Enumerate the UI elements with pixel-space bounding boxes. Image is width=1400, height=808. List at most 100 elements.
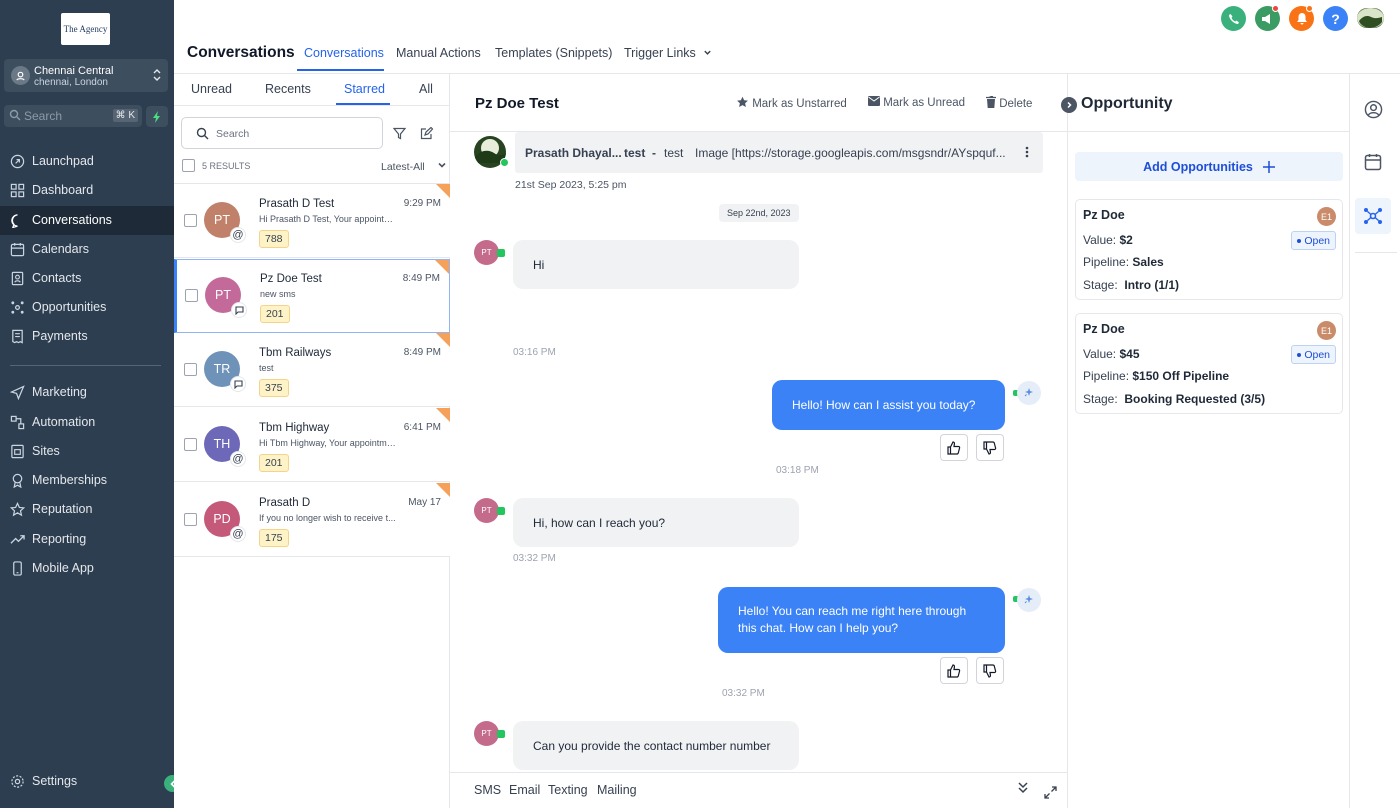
agency-logo[interactable]: The Agency — [61, 13, 110, 45]
add-opportunity-button[interactable]: Add Opportunities — [1075, 152, 1343, 181]
email-date: 21st Sep 2023, 5:25 pm — [515, 179, 627, 191]
sidebar-item-mobile-app[interactable]: Mobile App — [0, 554, 174, 583]
thumbs-down-button[interactable] — [976, 657, 1004, 684]
opportunities-button[interactable] — [1355, 198, 1391, 234]
tab-conversations[interactable]: Conversations — [304, 46, 384, 60]
row-checkbox[interactable] — [184, 513, 197, 526]
contact-name: Tbm Highway — [259, 422, 330, 434]
tab-trigger-links[interactable]: Trigger Links — [624, 46, 712, 60]
sidebar-item-reporting[interactable]: Reporting — [0, 525, 174, 554]
starred-corner-icon — [436, 483, 450, 497]
filter-tab-starred[interactable]: Starred — [344, 82, 385, 96]
opportunity-card[interactable]: Pz Doe E1 Open Value: $2 Pipeline: Sales… — [1075, 199, 1343, 300]
opportunity-value: Value: $2 — [1083, 233, 1133, 247]
row-checkbox[interactable] — [184, 438, 197, 451]
contact-tag: 375 — [259, 379, 289, 397]
delete-button[interactable]: Delete — [986, 95, 1032, 110]
message-time: 8:49 PM — [403, 347, 441, 358]
announcements-button[interactable] — [1255, 5, 1280, 31]
composer-tab-email[interactable]: Email — [509, 783, 540, 797]
filter-tab-all[interactable]: All — [419, 82, 433, 96]
sidebar-item-dashboard[interactable]: Dashboard — [0, 176, 174, 205]
sidebar-item-payments[interactable]: Payments — [0, 322, 174, 351]
chevron-down-icon — [704, 50, 711, 55]
plus-icon — [1262, 160, 1275, 173]
row-checkbox[interactable] — [184, 363, 197, 376]
tab-manual-actions[interactable]: Manual Actions — [396, 46, 481, 60]
sidebar-item-settings[interactable]: Settings — [0, 767, 174, 796]
starred-corner-icon — [435, 260, 449, 274]
message-preview: Hi Prasath D Test, Your appointment — [259, 214, 397, 224]
email-preview-row[interactable]: Prasath Dhayal... test - test Image [htt… — [515, 132, 1043, 173]
filter-tabs-divider — [174, 105, 450, 106]
thumbs-up-button[interactable] — [940, 434, 968, 461]
thumbs-down-button[interactable] — [976, 434, 1004, 461]
opportunity-card[interactable]: Pz Doe E1 Open Value: $45 Pipeline: $150… — [1075, 313, 1343, 414]
sidebar-item-calendars[interactable]: Calendars — [0, 235, 174, 264]
notifications-button[interactable] — [1289, 5, 1314, 31]
calendar-button[interactable] — [1355, 144, 1391, 180]
message-text: Hi, how can I reach you? — [533, 515, 666, 530]
mark-unstarred-button[interactable]: Mark as Unstarred — [736, 96, 847, 110]
conversation-row-selected[interactable]: PT Pz Doe Test new sms 8:49 PM 201 — [174, 259, 450, 333]
composer-tab-texting[interactable]: Texting — [548, 783, 588, 797]
filter-tab-recents[interactable]: Recents — [265, 82, 311, 96]
sidebar-search[interactable]: Search ⌘ K — [4, 105, 142, 127]
ai-sparkle-icon[interactable] — [1017, 588, 1041, 612]
sort-value: Latest-All — [381, 161, 425, 173]
help-button[interactable]: ? — [1323, 6, 1348, 31]
sidebar-item-label: Memberships — [32, 473, 108, 487]
rocket-icon — [10, 154, 25, 169]
stage-name: Intro (1/1) — [1124, 278, 1180, 292]
sidebar-item-label: Reputation — [32, 502, 93, 516]
opportunity-value: Value: $45 — [1083, 347, 1140, 361]
composer-tab-sms[interactable]: SMS — [474, 783, 501, 797]
select-all-checkbox[interactable] — [182, 159, 195, 172]
sidebar-item-contacts[interactable]: Contacts — [0, 264, 174, 293]
message-bubble-out: Hello! You can reach me right here throu… — [718, 587, 1005, 653]
location-switcher[interactable]: Chennai Central chennai, London — [4, 59, 168, 92]
quick-actions-bolt-icon[interactable] — [146, 106, 168, 127]
phone-call-button[interactable] — [1221, 6, 1246, 31]
search-shortcut: ⌘ K — [112, 109, 138, 122]
conversation-row[interactable]: PD @ Prasath D If you no longer wish to … — [174, 483, 450, 557]
composer-tab-mailing[interactable]: Mailing — [597, 783, 637, 797]
more-vertical-icon[interactable] — [1025, 146, 1029, 158]
row-checkbox[interactable] — [184, 214, 197, 227]
sidebar-item-opportunities[interactable]: Opportunities — [0, 293, 174, 322]
contact-name: Prasath D Test — [259, 198, 335, 210]
sidebar-item-launchpad[interactable]: Launchpad — [0, 147, 174, 176]
chevron-right-icon[interactable] — [1061, 97, 1077, 113]
globe-icon — [11, 444, 24, 459]
sort-select[interactable]: Latest-All — [381, 160, 447, 173]
sidebar-item-sites[interactable]: Sites — [0, 437, 174, 466]
sidebar-item-memberships[interactable]: Memberships — [0, 466, 174, 495]
conversation-row[interactable]: TH @ Tbm Highway Hi Tbm Highway, Your ap… — [174, 408, 450, 482]
opportunity-pipeline: Pipeline: Sales — [1083, 255, 1164, 269]
sidebar-item-automation[interactable]: Automation — [0, 408, 174, 437]
conversation-search-input[interactable]: Search — [181, 117, 383, 149]
sidebar-item-conversations[interactable]: Conversations — [0, 206, 174, 235]
user-avatar[interactable] — [1357, 8, 1384, 28]
expand-icon[interactable] — [1044, 786, 1057, 799]
ai-sparkle-icon[interactable] — [1017, 381, 1041, 405]
email-sender: Prasath Dhayal... — [525, 146, 622, 160]
contact-details-button[interactable] — [1355, 91, 1391, 127]
location-pin-icon — [11, 66, 30, 85]
row-checkbox[interactable] — [185, 289, 198, 302]
compose-icon[interactable] — [420, 127, 433, 140]
stage-name: Booking Requested (3/5) — [1124, 392, 1266, 406]
tab-templates[interactable]: Templates (Snippets) — [495, 46, 612, 60]
filter-icon[interactable] — [393, 127, 406, 140]
conversation-row[interactable]: TR Tbm Railways test 8:49 PM 375 — [174, 333, 450, 407]
filter-tab-unread[interactable]: Unread — [191, 82, 232, 96]
sidebar-item-marketing[interactable]: Marketing — [0, 378, 174, 407]
double-chevron-down-icon[interactable] — [1017, 781, 1029, 795]
conversation-row[interactable]: PT @ Prasath D Test Hi Prasath D Test, Y… — [174, 184, 450, 258]
sidebar: The Agency Chennai Central chennai, Lond… — [0, 0, 181, 808]
mark-unread-button[interactable]: Mark as Unread — [868, 96, 965, 109]
sidebar-item-reputation[interactable]: Reputation — [0, 495, 174, 524]
thumbs-up-button[interactable] — [940, 657, 968, 684]
automation-icon — [10, 415, 25, 430]
opportunity-header: Opportunity — [1061, 74, 1350, 132]
